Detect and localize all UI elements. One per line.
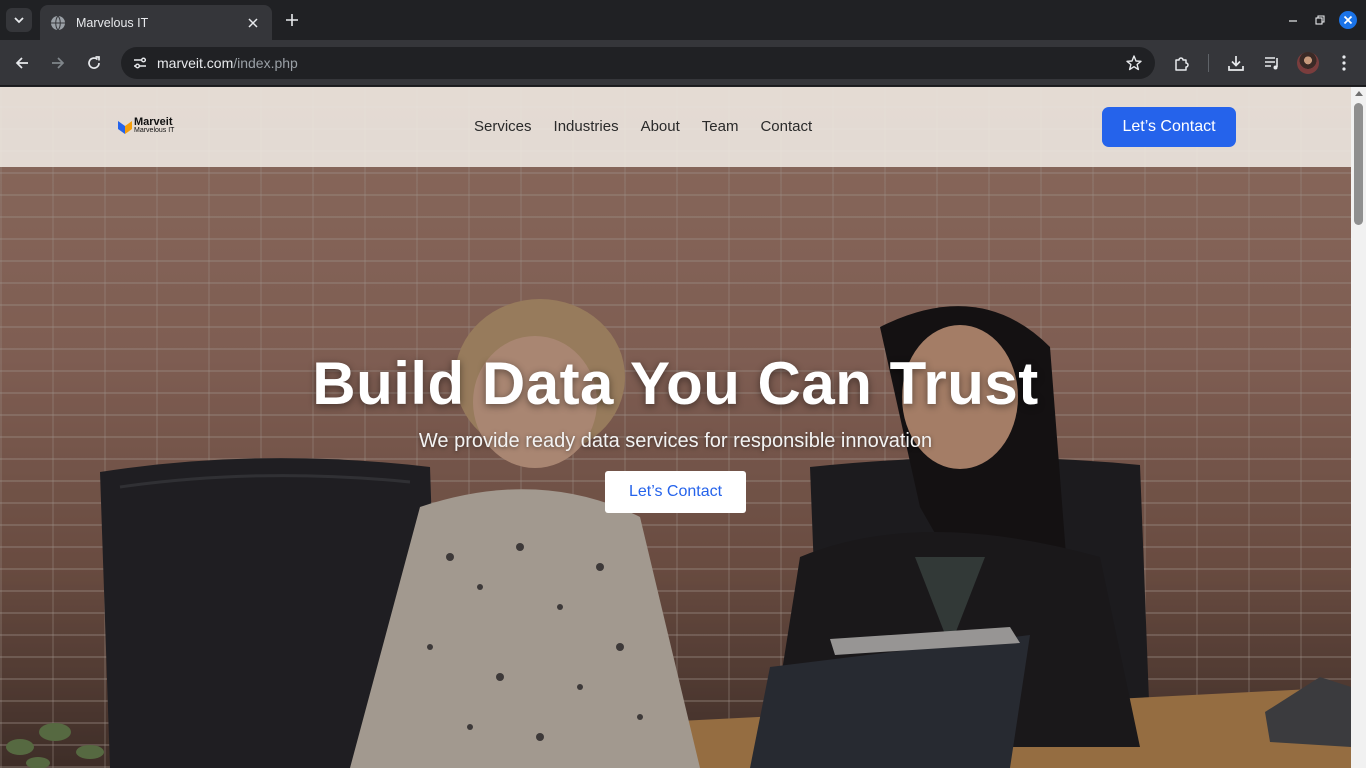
download-icon	[1228, 56, 1244, 71]
tune-icon[interactable]	[131, 54, 149, 72]
nav-link-about[interactable]: About	[641, 118, 680, 135]
nav-link-services[interactable]: Services	[474, 118, 532, 135]
tab-close-button[interactable]	[244, 14, 262, 32]
new-tab-button[interactable]	[282, 10, 302, 30]
close-icon	[1339, 11, 1357, 29]
page-viewport: Marveit Marvelous IT Services Industries…	[0, 87, 1366, 768]
restore-button[interactable]	[1310, 10, 1330, 30]
main-nav: Services Industries About Team Contact	[474, 118, 812, 135]
url-domain: marveit.com	[157, 55, 234, 71]
window-close-button[interactable]	[1338, 10, 1358, 30]
tab-title: Marvelous IT	[76, 15, 149, 30]
url-text: marveit.com/index.php	[157, 55, 298, 71]
page-scrollbar[interactable]	[1351, 87, 1366, 768]
browser-menu-button[interactable]	[1334, 53, 1354, 73]
downloads-button[interactable]	[1226, 53, 1246, 73]
plus-icon	[286, 14, 298, 26]
site-header: Marveit Marvelous IT Services Industries…	[0, 87, 1351, 167]
tab-search-button[interactable]	[6, 8, 32, 32]
url-path: /index.php	[233, 55, 298, 71]
nav-link-industries[interactable]: Industries	[554, 118, 619, 135]
minimize-button[interactable]	[1283, 10, 1303, 30]
reload-icon	[88, 56, 100, 69]
restore-icon	[1315, 15, 1325, 25]
address-bar[interactable]: marveit.com/index.php	[121, 47, 1155, 79]
back-icon	[15, 57, 28, 69]
browser-tab-strip: Marvelous IT	[0, 0, 1366, 40]
nav-link-team[interactable]: Team	[702, 118, 739, 135]
extensions-button[interactable]	[1172, 53, 1192, 73]
chevron-down-icon	[14, 17, 24, 24]
logo-tagline: Marvelous IT	[134, 127, 175, 134]
globe-icon	[51, 15, 65, 30]
hero-title: Build Data You Can Trust	[312, 350, 1039, 417]
site-logo[interactable]: Marveit Marvelous IT	[118, 117, 180, 137]
hero-background-photo	[0, 87, 1351, 768]
browser-toolbar: marveit.com/index.php	[0, 40, 1366, 86]
extensions-icon	[1175, 57, 1189, 71]
hero-contact-button[interactable]: Let’s Contact	[605, 471, 746, 513]
menu-icon	[1342, 55, 1346, 71]
media-controls-button[interactable]	[1262, 53, 1282, 73]
browser-tab[interactable]: Marvelous IT	[40, 5, 272, 40]
nav-link-contact[interactable]: Contact	[760, 118, 812, 135]
header-contact-button[interactable]: Let’s Contact	[1102, 107, 1236, 147]
star-icon[interactable]	[1125, 54, 1143, 72]
forward-icon	[52, 57, 65, 69]
back-button[interactable]	[10, 51, 34, 75]
forward-button[interactable]	[46, 51, 70, 75]
media-icon	[1265, 57, 1278, 70]
hero-subtitle: We provide ready data services for respo…	[418, 430, 933, 452]
reload-button[interactable]	[82, 51, 106, 75]
logo-icon	[118, 121, 132, 134]
close-icon	[248, 17, 258, 28]
toolbar-separator	[1208, 54, 1209, 72]
scroll-thumb[interactable]	[1354, 103, 1363, 225]
minimize-icon	[1289, 20, 1297, 22]
hero-overlay	[0, 87, 1351, 768]
scroll-up-arrow[interactable]	[1355, 91, 1363, 96]
profile-avatar[interactable]	[1297, 52, 1319, 74]
